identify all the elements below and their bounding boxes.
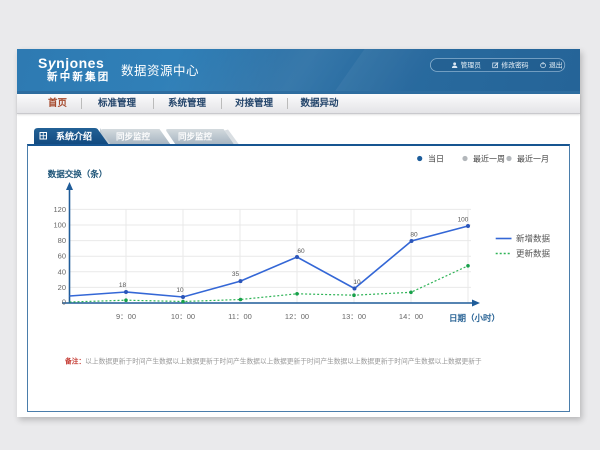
svg-text:更新数据: 更新数据: [516, 248, 551, 258]
svg-text:80: 80: [410, 231, 418, 238]
svg-text:40: 40: [58, 267, 66, 276]
svg-text:当日: 当日: [428, 153, 444, 163]
svg-text:最近一月: 最近一月: [517, 153, 549, 163]
svg-text:13：00: 13：00: [342, 312, 366, 321]
svg-text:12：00: 12：00: [285, 312, 309, 321]
svg-text:10: 10: [176, 287, 184, 294]
svg-text:100: 100: [53, 220, 66, 229]
svg-text:最近一周: 最近一周: [473, 153, 505, 163]
svg-text:0: 0: [62, 297, 66, 306]
svg-text:18: 18: [119, 282, 127, 289]
svg-text:11：00: 11：00: [228, 312, 252, 321]
svg-text:35: 35: [232, 271, 240, 278]
svg-text:日期（小时）: 日期（小时）: [449, 313, 500, 323]
svg-text:同步监控: 同步监控: [116, 132, 151, 142]
svg-text:60: 60: [297, 248, 305, 255]
svg-text:100: 100: [458, 216, 469, 223]
svg-text:系统介绍: 系统介绍: [56, 131, 92, 142]
svg-text:80: 80: [58, 236, 66, 245]
svg-text:60: 60: [58, 251, 66, 260]
svg-text:20: 20: [58, 282, 66, 291]
svg-text:新增数据: 新增数据: [516, 233, 551, 243]
svg-text:9：00: 9：00: [116, 312, 136, 321]
svg-text:10: 10: [353, 279, 361, 286]
svg-text:同步监控: 同步监控: [178, 132, 213, 142]
svg-text:120: 120: [53, 204, 66, 213]
svg-text:10：00: 10：00: [171, 312, 195, 321]
svg-text:数据交换（条）: 数据交换（条）: [48, 169, 108, 179]
svg-text:14：00: 14：00: [399, 312, 423, 321]
